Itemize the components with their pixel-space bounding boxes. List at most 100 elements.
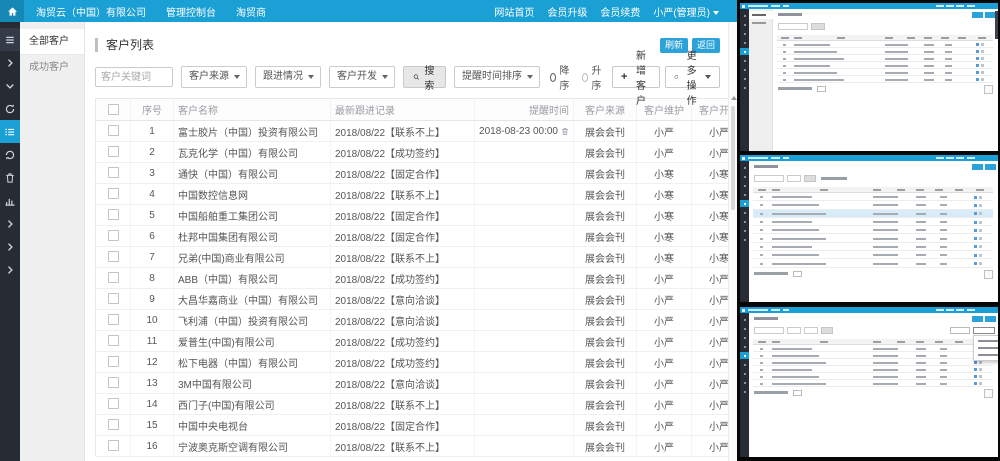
follow-status-select[interactable]: 跟进情况 xyxy=(255,66,321,88)
thumb-text-bar xyxy=(772,229,819,231)
topbar-console-menu[interactable]: 管理控制台 xyxy=(166,4,216,19)
rail-item-chevron-right-icon[interactable] xyxy=(0,51,20,74)
row-checkbox[interactable] xyxy=(108,167,119,178)
topbar-company-menu[interactable]: 淘贸云（中国）有限公司 xyxy=(36,4,146,19)
thumb-text-bar xyxy=(742,157,745,160)
more-actions-button[interactable]: 更多操作 xyxy=(665,66,720,88)
thumb-text-bar xyxy=(956,157,964,159)
add-customer-button[interactable]: +新增客户 xyxy=(612,66,660,88)
row-checkbox[interactable] xyxy=(108,293,119,304)
screenshot-thumbnail-1[interactable] xyxy=(740,3,998,151)
rail-item-stats-icon[interactable] xyxy=(0,189,20,212)
thumb-text-bar xyxy=(783,58,786,60)
thumb-text-bar xyxy=(936,157,944,159)
rail-item-refresh-circle-icon[interactable] xyxy=(0,143,20,166)
thumb-text-bar xyxy=(772,238,826,240)
thumb-text-bar xyxy=(974,212,977,215)
screenshot-thumbnail-2[interactable] xyxy=(740,155,998,302)
screenshot-thumbnail-3[interactable] xyxy=(740,307,998,457)
thumb-text-bar xyxy=(748,5,768,7)
thumb-text-bar xyxy=(979,361,982,364)
thumb-text-bar xyxy=(758,341,766,343)
thumb-text-bar xyxy=(940,204,947,206)
remind-time-sort-select[interactable]: 提醒时间排序 xyxy=(454,66,540,88)
rail-item-chevron-down-icon[interactable] xyxy=(0,74,20,97)
select-all-checkbox[interactable] xyxy=(108,104,119,115)
topbar-user-menu[interactable]: 小严(管理员) xyxy=(653,4,719,19)
cell-keeper: 小严 xyxy=(637,289,692,310)
row-checkbox[interactable] xyxy=(108,335,119,346)
row-checkbox[interactable] xyxy=(108,419,119,430)
rail-item-chevron-right-icon[interactable] xyxy=(0,258,20,281)
thumb-text-bar xyxy=(979,245,982,248)
cell-remind xyxy=(475,394,574,415)
row-checkbox[interactable] xyxy=(108,398,119,409)
row-checkbox[interactable] xyxy=(108,146,119,157)
cell-name: 中国数控信息网 xyxy=(174,184,331,205)
row-checkbox[interactable] xyxy=(108,230,119,241)
customer-list-page: 客户列表 刷新 返回 客户来源 跟进情况 客户开发 搜索 提醒时间排序 降序 升… xyxy=(85,22,728,461)
rail-item-trash-icon[interactable] xyxy=(0,166,20,189)
row-checkbox[interactable] xyxy=(108,377,119,388)
rail-item-chevron-right-icon[interactable] xyxy=(0,235,20,258)
thumb-text-bar xyxy=(752,14,766,16)
thumb-text-bar xyxy=(783,51,786,53)
keyword-input[interactable] xyxy=(95,67,173,87)
thumb-text-bar xyxy=(976,78,979,81)
topbar-member-upgrade-link[interactable]: 会员升级 xyxy=(547,4,587,19)
search-button[interactable]: 搜索 xyxy=(403,66,446,88)
customer-develop-select[interactable]: 客户开发 xyxy=(329,66,395,88)
thumb-scrolltop-button xyxy=(984,85,993,94)
row-checkbox[interactable] xyxy=(108,440,119,451)
row-checkbox[interactable] xyxy=(108,251,119,262)
topbar-user-name: 小严(管理员) xyxy=(653,8,710,19)
thumb-text-bar xyxy=(742,5,745,8)
thumb-text-bar xyxy=(976,71,979,74)
cell-remind xyxy=(475,331,574,352)
remove-reminder-icon[interactable] xyxy=(561,127,569,136)
thumb-text-bar xyxy=(783,309,789,311)
topbar-site-home-link[interactable]: 网站首页 xyxy=(494,4,534,19)
toolbar-right-buttons: +新增客户 更多操作 xyxy=(612,66,720,88)
row-checkbox[interactable] xyxy=(108,272,119,283)
thumb-text-bar xyxy=(778,87,812,90)
cell-no: 12 xyxy=(131,352,174,373)
thumb-text-bar xyxy=(979,229,982,232)
row-checkbox[interactable] xyxy=(108,125,119,136)
thumb-text-bar xyxy=(972,12,983,18)
topbar-mall-menu[interactable]: 淘贸商 xyxy=(236,4,266,19)
topbar-member-renew-link[interactable]: 会员续费 xyxy=(600,4,640,19)
rail-item-menu-icon[interactable] xyxy=(0,28,20,51)
customer-source-select[interactable]: 客户来源 xyxy=(181,66,247,88)
thumb-text-bar xyxy=(783,157,789,159)
sort-asc-radio[interactable]: 升序 xyxy=(582,62,604,92)
main-scrollbar[interactable] xyxy=(728,22,737,461)
cell-source: 展会会刊 xyxy=(574,226,637,247)
rail-item-customer-list-icon[interactable] xyxy=(0,120,20,143)
thumb-text-bar xyxy=(972,164,983,170)
add-customer-label: 新增客户 xyxy=(631,47,650,107)
row-checkbox[interactable] xyxy=(108,188,119,199)
row-checkbox[interactable] xyxy=(108,209,119,220)
thumb-text-bar xyxy=(772,221,812,223)
thumb-table-row xyxy=(753,259,993,267)
sort-desc-radio[interactable]: 降序 xyxy=(550,62,572,92)
thumb-table-row xyxy=(777,69,993,76)
thumb-text-bar xyxy=(820,189,828,191)
rail-item-history-icon[interactable] xyxy=(0,97,20,120)
home-icon[interactable] xyxy=(0,0,24,22)
page-header: 客户列表 刷新 返回 xyxy=(95,34,720,56)
table-row: 6杜邦中国集团有限公司2018/08/22【固定合作】展会会刊小寒小寒 xyxy=(96,226,804,247)
cell-keeper: 小寒 xyxy=(637,226,692,247)
row-checkbox[interactable] xyxy=(108,356,119,367)
rail-item-chevron-right-icon[interactable] xyxy=(0,212,20,235)
thumb-text-bar xyxy=(981,57,984,60)
row-checkbox[interactable] xyxy=(108,314,119,325)
thumb-text-bar xyxy=(760,254,763,256)
sidebar-item-all-customers[interactable]: 全部客户 xyxy=(20,29,84,55)
sidebar-item-success-customers[interactable]: 成功客户 xyxy=(20,55,84,80)
thumb-text-bar xyxy=(916,369,926,371)
thumb-text-bar xyxy=(794,51,837,53)
thumb-text-bar xyxy=(940,196,947,198)
scrollbar-thumb[interactable] xyxy=(731,106,735,210)
